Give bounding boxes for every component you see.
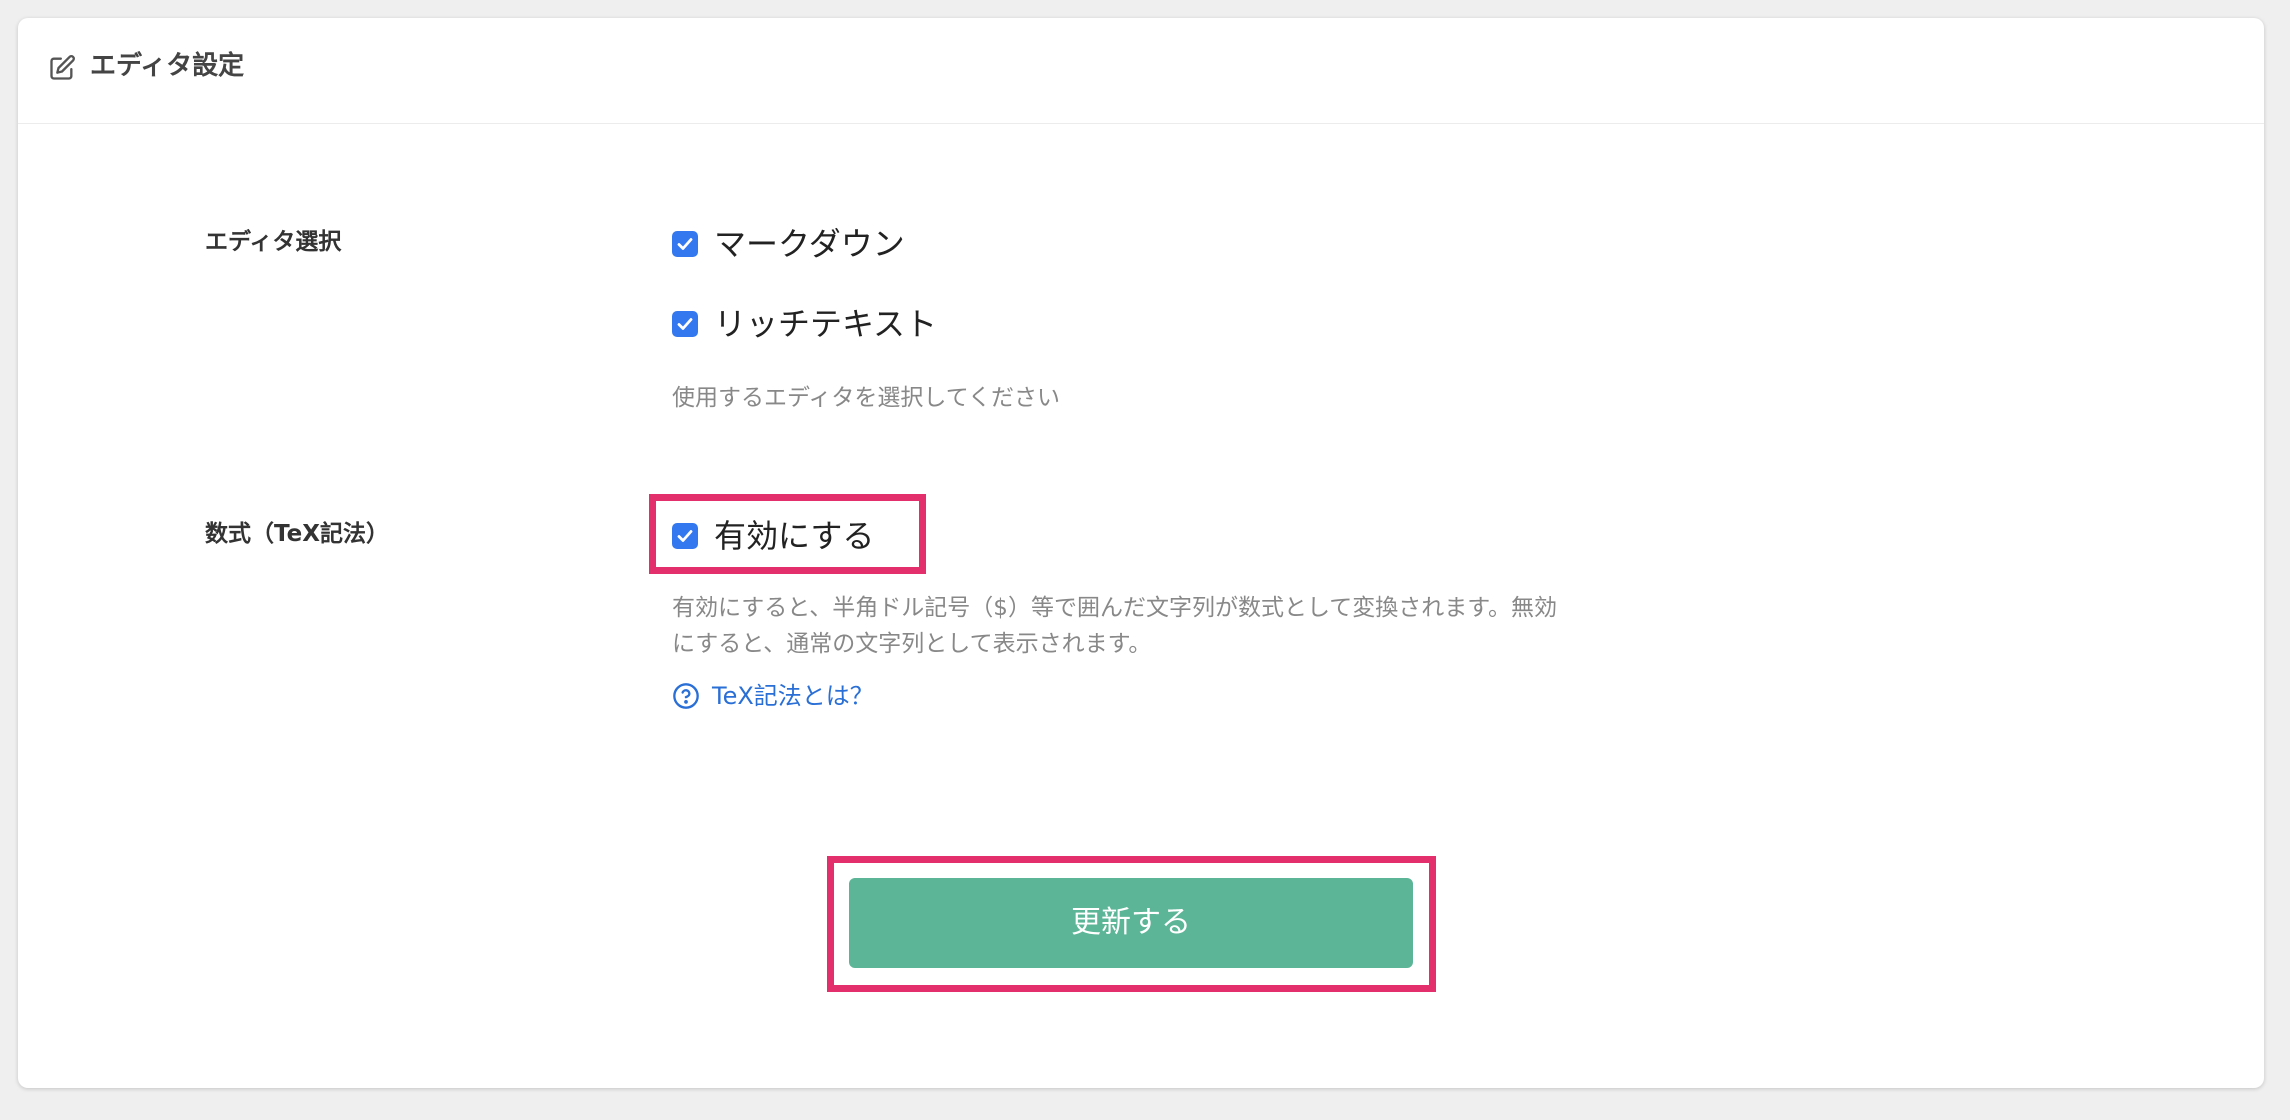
richtext-checkbox-row[interactable]: リッチテキスト (672, 304, 937, 344)
check-icon (677, 238, 693, 250)
check-icon (677, 530, 693, 542)
tex-enable-checkbox-row[interactable]: 有効にする (672, 516, 874, 556)
tex-help-line2: にすると、通常の文字列として表示されます。 (672, 631, 1152, 657)
editor-select-help: 使用するエディタを選択してください (672, 385, 1061, 411)
check-icon (677, 318, 693, 330)
markdown-label[interactable]: マークダウン (714, 224, 905, 264)
markdown-checkbox-row[interactable]: マークダウン (672, 224, 905, 264)
edit-icon (48, 54, 76, 82)
editor-select-label: エディタ選択 (205, 229, 342, 255)
tex-enable-label[interactable]: 有効にする (714, 516, 874, 556)
richtext-label[interactable]: リッチテキスト (714, 304, 937, 344)
markdown-checkbox[interactable] (672, 231, 698, 257)
tex-label: 数式（TeX記法） (205, 521, 389, 547)
richtext-checkbox[interactable] (672, 311, 698, 337)
tex-help-line1: 有効にすると、半角ドル記号（$）等で囲んだ文字列が数式として変換されます。無効 (672, 595, 1557, 621)
editor-settings-card: エディタ設定 エディタ選択 マークダウン リッチテキスト 使用するエディタを選択… (18, 18, 2264, 1088)
update-button[interactable]: 更新する (849, 878, 1413, 968)
question-circle-icon (672, 682, 700, 710)
tex-help-link[interactable]: TeX記法とは？ (672, 678, 874, 714)
tex-enable-checkbox[interactable] (672, 523, 698, 549)
card-header: エディタ設定 (18, 18, 2264, 124)
page-title: エディタ設定 (90, 51, 245, 81)
tex-help-link-text[interactable]: TeX記法とは？ (712, 678, 874, 714)
